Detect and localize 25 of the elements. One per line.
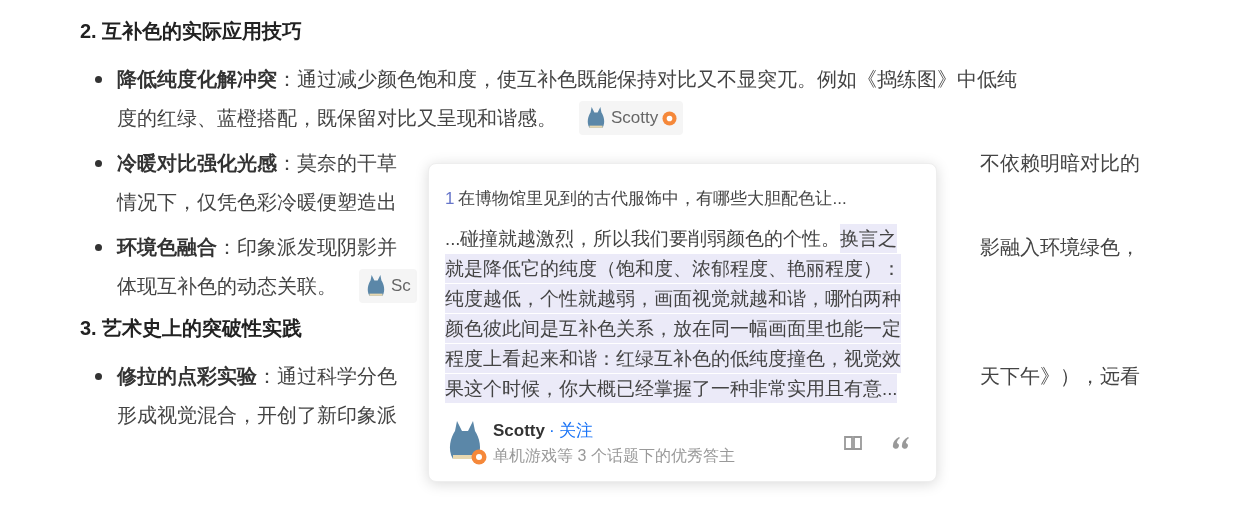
result-index: 1 [445,188,455,210]
paragraph-line: 环境色融合：印象派发现阴影并 [117,235,397,260]
avatar-icon [365,274,387,298]
section-heading: 3. 艺术史上的突破性实践 [80,316,303,341]
author-description: 单机游戏等 3 个话题下的优秀答主 [493,445,735,466]
author-name[interactable]: Scotty [493,418,545,444]
author-chip[interactable]: Scotty [579,101,684,135]
paragraph-line: 修拉的点彩实验：通过科学分色 [117,364,397,389]
avatar-icon [585,106,607,130]
section-heading: 2. 互补色的实际应用技巧 [80,19,303,44]
question-link[interactable]: 在博物馆里见到的古代服饰中，有哪些大胆配色让... [458,184,847,214]
badge-icon [471,448,487,465]
paragraph-line: 形成视觉混合，开创了新印象派 [117,403,397,428]
paragraph-line: 影融入环境绿色， [980,235,1140,260]
follow-link[interactable]: · 关注 [548,418,594,444]
quote-icon[interactable] [892,435,910,450]
paragraph-line: 不依赖明暗对比的 [980,151,1140,176]
paragraph-line: 冷暖对比强化光感：莫奈的干草 [117,151,397,176]
paragraph-line: 体现互补色的动态关联。 [117,274,337,299]
book-icon[interactable] [844,434,862,451]
author-chip[interactable]: Sc [359,269,417,303]
paragraph-line: 天下午》），远看 [980,364,1140,389]
paragraph-line: 情况下，仅凭色彩冷暖便塑造出 [117,190,397,215]
paragraph-line: 降低纯度化解冲突：通过减少颜色饱和度，使互补色既能保持对比又不显突兀。例如《捣练图》中低纯 [117,67,1017,92]
paragraph-line: 度的红绿、蓝橙搭配，既保留对比又呈现和谐感。 [117,106,557,131]
